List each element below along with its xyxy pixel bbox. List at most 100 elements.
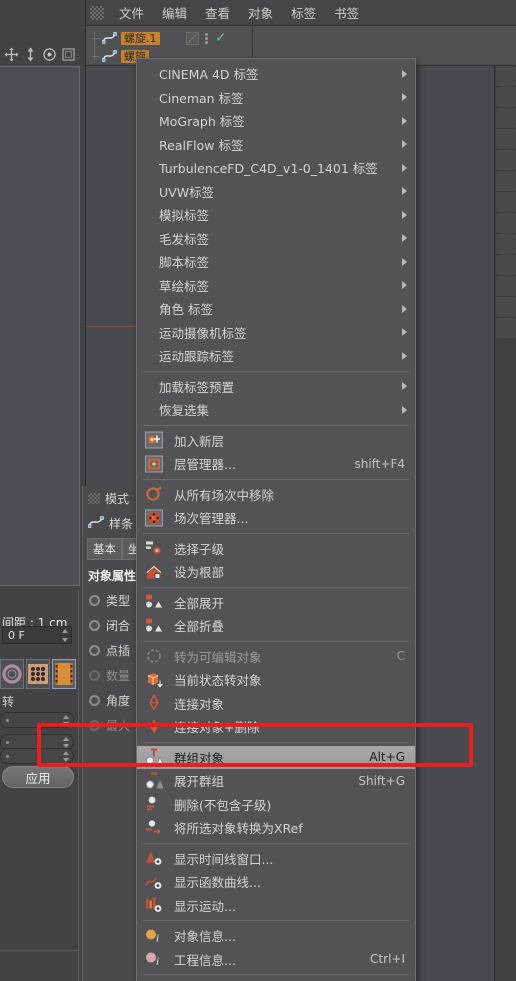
move-tool-icon[interactable] — [4, 47, 19, 62]
menu-item-tag-0-2[interactable]: MoGraph 标签 — [137, 109, 415, 133]
menu-item-label: MoGraph 标签 — [159, 114, 245, 130]
palette-icon-13[interactable] — [496, 276, 516, 296]
value-slot-3[interactable] — [0, 748, 74, 764]
menu-item-tag-0-10[interactable]: 角色 标签 — [137, 297, 415, 321]
palette-icon-10[interactable] — [496, 213, 516, 233]
frame-field[interactable]: 0 F — [2, 626, 72, 644]
menu-item-layer-manager[interactable]: 层管理器... shift+F4 — [137, 452, 415, 476]
palette-icon-8[interactable] — [496, 171, 516, 191]
menu-bar[interactable]: 文件 编辑 查看 对象 标签 书签 — [86, 0, 516, 26]
material-dots-icon[interactable] — [26, 659, 50, 689]
radio-icon[interactable] — [89, 645, 100, 656]
film-strip-icon[interactable] — [52, 659, 76, 689]
scale-tool-icon[interactable] — [23, 47, 38, 62]
stepper-arrows-icon[interactable] — [62, 715, 69, 726]
palette-icon-7[interactable] — [496, 150, 516, 170]
attribute-mode-header[interactable]: 模式 — [83, 486, 144, 510]
menu-item-collapse-all[interactable]: 全部折叠 — [137, 614, 415, 638]
right-icon-palette[interactable] — [494, 0, 516, 981]
property-type[interactable]: 类型 — [83, 588, 144, 613]
menu-item-show-fcurve[interactable]: 显示函数曲线... — [137, 870, 415, 894]
menu-item-tag-0-5[interactable]: UVW标签 — [137, 180, 415, 204]
menu-item-delete-without-children[interactable]: 删除(不包含子级) — [137, 793, 415, 817]
stepper-arrows-icon[interactable] — [62, 751, 69, 762]
left-viewport-subpanel[interactable] — [0, 66, 80, 586]
color-wheel-icon[interactable] — [0, 659, 24, 689]
menu-item-expand-all[interactable]: 全部展开 — [137, 591, 415, 615]
property-label: 类型 — [106, 594, 131, 608]
property-angle[interactable]: 角度 — [83, 688, 144, 713]
menu-item-connect-delete[interactable]: 连接对象+删除 — [137, 715, 415, 739]
menu-item-add-layer[interactable]: 加入新层 — [137, 429, 415, 453]
menu-separator — [143, 741, 409, 743]
menu-item-tag-1-0[interactable]: 加载标签预置 — [137, 375, 415, 399]
menu-item-label: 从所有场次中移除 — [174, 487, 275, 503]
object-name-label[interactable]: 螺旋.1 — [121, 31, 160, 45]
menu-item-connect-objects[interactable]: 连接对象 — [137, 692, 415, 716]
menu-item-tag-0-7[interactable]: 毛发标签 — [137, 227, 415, 251]
radio-icon[interactable] — [89, 620, 100, 631]
menu-item-remove-take[interactable]: 从所有场次中移除 — [137, 483, 415, 507]
menu-item-show-timeline[interactable]: 显示时间线窗口... — [137, 847, 415, 871]
palette-icon-5[interactable] — [496, 108, 516, 128]
menu-item-tag-0-6[interactable]: 模拟标签 — [137, 203, 415, 227]
menu-item-tag-0-3[interactable]: RealFlow 标签 — [137, 133, 415, 157]
left-panel-icon-row[interactable] — [0, 657, 80, 691]
menu-item-view[interactable]: 查看 — [196, 0, 239, 25]
object-tag-area[interactable]: ✓ — [186, 30, 248, 46]
stepper-arrows-icon[interactable] — [62, 737, 69, 748]
left-panel-toolbar[interactable] — [4, 44, 80, 64]
palette-icon-3[interactable] — [496, 66, 516, 86]
menu-item-label: 加载标签预置 — [159, 379, 235, 395]
menu-item-tag-0-0[interactable]: CINEMA 4D 标签 — [137, 62, 415, 86]
menu-item-group-objects[interactable]: 群组对象 Alt+G — [137, 745, 415, 769]
radio-icon[interactable] — [89, 595, 100, 606]
collapse-all-icon — [145, 617, 163, 634]
delete-without-children-icon — [145, 796, 163, 813]
property-close[interactable]: 闭合 — [83, 613, 144, 638]
menu-item-tag-0-11[interactable]: 运动摄像机标签 — [137, 321, 415, 345]
attribute-tabs[interactable]: 基本 坐 — [83, 538, 146, 560]
menu-item-tag[interactable]: 标签 — [282, 0, 325, 25]
menu-item-tag-0-4[interactable]: TurbulenceFD_C4D_v1-0_1401 标签 — [137, 156, 415, 180]
menu-item-show-motion[interactable]: 显示运动... — [137, 894, 415, 918]
menu-item-object-info[interactable]: i 对象信息... — [137, 924, 415, 948]
take-manager-icon — [145, 509, 163, 527]
tab-basic[interactable]: 基本 — [87, 538, 122, 560]
menu-item-tag-0-12[interactable]: 运动跟踪标签 — [137, 344, 415, 368]
palette-icon-15[interactable] — [496, 318, 516, 338]
object-row-helix-1[interactable]: 螺旋.1 — [92, 29, 160, 47]
palette-icon-12[interactable] — [496, 255, 516, 275]
palette-icon-9[interactable] — [496, 192, 516, 212]
current-state-to-object-icon — [145, 671, 163, 688]
apply-button[interactable]: 应用 — [2, 766, 74, 788]
menu-item-tag-0-8[interactable]: 脚本标签 — [137, 250, 415, 274]
render-view-icon[interactable] — [61, 47, 76, 62]
menu-item-file[interactable]: 文件 — [110, 0, 153, 25]
property-point-interpolation[interactable]: 点插 — [83, 638, 144, 663]
menu-item-take-manager[interactable]: 场次管理器... — [137, 506, 415, 530]
menu-item-tag-1-1[interactable]: 恢复选集 — [137, 398, 415, 422]
stepper-arrows-icon[interactable] — [61, 629, 68, 642]
menu-item-set-as-root[interactable]: 设为根部 — [137, 560, 415, 584]
menu-item-convert-to-xref[interactable]: 将所选对象转换为XRef — [137, 816, 415, 840]
menu-item-ungroup[interactable]: 展开群组 Shift+G — [137, 769, 415, 793]
menu-item-current-state-to-object[interactable]: 当前状态转对象 — [137, 668, 415, 692]
radio-icon[interactable] — [89, 695, 100, 706]
palette-icon-11[interactable] — [496, 234, 516, 254]
value-slot-1[interactable] — [0, 712, 74, 728]
menu-item-tag-0-9[interactable]: 草绘标签 — [137, 274, 415, 298]
menu-item-tag-0-1[interactable]: Cineman 标签 — [137, 86, 415, 110]
menu-item-select-children[interactable]: 选择子级 — [137, 537, 415, 561]
menu-item-bookmark[interactable]: 书签 — [325, 0, 368, 25]
palette-icon-14[interactable] — [496, 297, 516, 317]
menu-item-edit[interactable]: 编辑 — [153, 0, 196, 25]
menu-item-object[interactable]: 对象 — [239, 0, 282, 25]
tag-check-icon[interactable]: ✓ — [215, 31, 227, 45]
palette-icon-4[interactable] — [496, 87, 516, 107]
tag-context-menu[interactable]: CINEMA 4D 标签 Cineman 标签 MoGraph 标签 RealFlow… — [136, 58, 416, 981]
rotate-tool-icon[interactable] — [42, 47, 57, 62]
menu-item-project-info[interactable]: i 工程信息... Ctrl+I — [137, 948, 415, 972]
tag-slot-icon[interactable] — [186, 31, 199, 45]
palette-icon-6[interactable] — [496, 129, 516, 149]
